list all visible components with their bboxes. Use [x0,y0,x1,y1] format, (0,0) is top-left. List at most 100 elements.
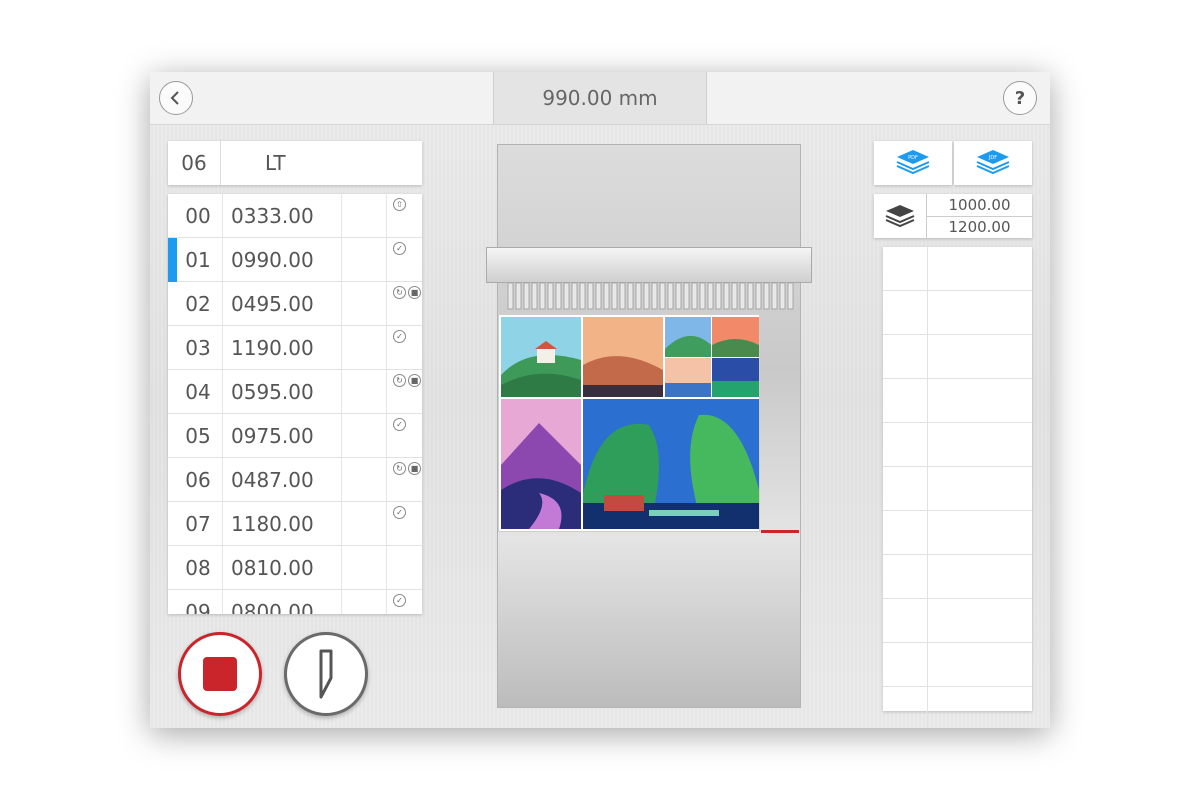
cut-list[interactable]: 00 0333.00 ⇧ 01 0990.00 ✓ 02 0495.00 ↻ ■ 03 1190.00… [168,194,422,614]
cut-line-indicator [761,530,799,533]
rotate-icon: ↻ [393,286,406,299]
gauge-tooth [659,283,666,310]
sheet-dimensions[interactable]: 1000.00 1200.00 [874,194,1032,238]
knife-icon: ✓ [393,242,406,255]
job-cell [883,291,928,334]
clamp-icon: ■ [408,286,421,299]
gauge-tooth [515,283,522,310]
knife-icon: ✓ [393,418,406,431]
program-name: LT [265,151,286,175]
gauge-tooth [595,283,602,310]
cut-value: 0810.00 [223,546,342,589]
knife-icon: ✓ [393,506,406,519]
job-row[interactable] [883,555,1032,599]
pdf-import-button[interactable]: PDF [874,141,952,185]
rotate-icon: ↻ [393,374,406,387]
gauge-tooth [507,283,514,310]
job-row[interactable] [883,335,1032,379]
stack-size-icon [874,194,927,238]
cut-function-icons: ✓ [387,238,422,281]
gauge-tooth [531,283,538,310]
cut-row[interactable]: 03 1190.00 ✓ [168,326,422,370]
cut-value: 0990.00 [223,238,342,281]
job-list[interactable] [883,247,1032,728]
gauge-tooth [635,283,642,310]
job-row[interactable] [883,643,1032,687]
cut-row[interactable]: 05 0975.00 ✓ [168,414,422,458]
cut-spacer [342,458,387,501]
cut-value: 1190.00 [223,326,342,369]
cut-spacer [342,238,387,281]
cut-row[interactable]: 04 0595.00 ↻ ■ [168,370,422,414]
help-button[interactable]: ? [1003,81,1037,115]
sheet-height-value: 1200.00 [948,218,1011,237]
cut-row[interactable]: 08 0810.00 [168,546,422,590]
job-cell [883,335,928,378]
cut-row[interactable]: 01 0990.00 ✓ [168,238,422,282]
gauge-tooth [779,283,786,310]
gauge-tooth [539,283,546,310]
cut-value: 0495.00 [223,282,342,325]
gauge-tooth [611,283,618,310]
gauge-tooth [739,283,746,310]
job-cell [883,247,928,290]
job-row[interactable] [883,379,1032,423]
job-row[interactable] [883,291,1032,335]
cut-row[interactable]: 06 0487.00 ↻ ■ [168,458,422,502]
job-row[interactable] [883,467,1032,511]
gauge-tooth [563,283,570,310]
gauge-tooth [683,283,690,310]
pdf-layers-icon: PDF [896,150,930,175]
gauge-tooth [587,283,594,310]
gauge-tooth [707,283,714,310]
cut-row[interactable]: 07 1180.00 ✓ [168,502,422,546]
job-row[interactable] [883,599,1032,643]
gauge-tooth [755,283,762,310]
cut-index: 02 [168,282,223,325]
gauge-tooth [787,283,794,310]
clamp-bar [486,247,812,283]
job-cell [883,511,928,554]
cut-value: 0800.00 [223,590,342,614]
gauge-tooth [603,283,610,310]
gauge-tooth [763,283,770,310]
top-bar: 990.00 mm ? [150,72,1050,125]
cut-function-icons: ✓ [387,326,422,369]
selected-row-marker [168,238,177,282]
job-row[interactable] [883,247,1032,291]
cutter-app-window: 990.00 mm ? 06 LT 00 0333.00 ⇧ 01 0990.00 ✓ 02… [150,72,1050,728]
cut-row[interactable]: 09 0800.00 ✓ [168,590,422,614]
chevron-left-icon [170,91,179,105]
job-cell [883,467,928,510]
cut-row[interactable]: 02 0495.00 ↻ ■ [168,282,422,326]
cut-function-icons: ✓ [387,414,422,457]
job-row[interactable] [883,423,1032,467]
program-header[interactable]: 06 LT [168,141,422,185]
gauge-tooth [555,283,562,310]
cut-spacer [342,282,387,325]
gauge-tooth [699,283,706,310]
cut-index: 04 [168,370,223,413]
cut-index: 00 [168,194,223,237]
stop-button[interactable] [178,632,262,716]
backgauge-teeth [507,283,794,310]
gauge-tooth [627,283,634,310]
pusher-icon: ⇧ [393,198,406,211]
stop-icon [203,657,237,691]
cut-function-icons: ✓ [387,590,422,614]
gauge-tooth [771,283,778,310]
cut-function-icons [387,546,422,589]
job-cell [883,687,928,728]
job-row[interactable] [883,687,1032,728]
help-icon: ? [1014,87,1026,109]
pdf-label: PDF [908,155,918,161]
cut-value: 0975.00 [223,414,342,457]
back-button[interactable] [159,81,193,115]
cut-row[interactable]: 00 0333.00 ⇧ [168,194,422,238]
gauge-tooth [675,283,682,310]
gauge-tooth [715,283,722,310]
cut-spacer [342,326,387,369]
jdf-import-button[interactable]: JDF [954,141,1032,185]
knife-button[interactable] [284,632,368,716]
job-row[interactable] [883,511,1032,555]
